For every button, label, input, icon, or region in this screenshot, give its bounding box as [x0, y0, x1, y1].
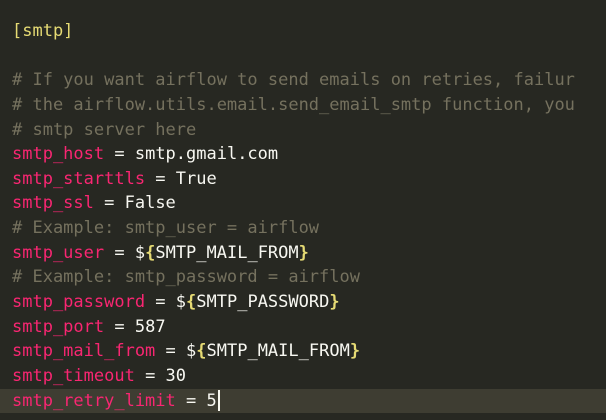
assign-operator: = [145, 168, 176, 189]
code-line-9[interactable]: # Example: smtp_user = airflow [0, 216, 606, 241]
assign-operator: = [134, 365, 166, 386]
code-line-4[interactable]: # the airflow.utils.email.send_email_smt… [0, 93, 606, 118]
config-key: smtp_user [12, 242, 105, 263]
assign-operator: = [104, 316, 135, 337]
config-key: smtp_host [12, 144, 105, 165]
assign-operator: = [155, 341, 187, 362]
dollar-sign: $ [175, 292, 187, 313]
config-key: smtp_retry_limit [12, 390, 176, 411]
code-line-5[interactable]: # smtp server here [0, 118, 606, 143]
code-line-8[interactable]: smtp_ssl = False [0, 191, 606, 216]
text-cursor [217, 390, 220, 412]
config-value: smtp.gmail.com [134, 144, 279, 165]
close-brace: } [349, 341, 361, 362]
config-value: True [175, 168, 217, 189]
env-variable: SMTP_PASSWORD [196, 292, 330, 313]
comment-text: # Example: smtp_password = airflow [12, 267, 360, 288]
config-key: smtp_starttls [12, 168, 146, 189]
code-line-12[interactable]: smtp_password = ${SMTP_PASSWORD} [0, 290, 606, 315]
code-line-13[interactable]: smtp_port = 587 [0, 315, 606, 340]
open-brace: { [145, 242, 156, 263]
assign-operator: = [175, 390, 207, 411]
code-line-2[interactable] [0, 44, 606, 69]
config-key: smtp_port [12, 316, 105, 337]
code-line-11[interactable]: # Example: smtp_password = airflow [0, 265, 606, 290]
code-area[interactable]: [smtp] # If you want airflow to send ema… [0, 19, 606, 414]
code-line-7[interactable]: smtp_starttls = True [0, 167, 606, 192]
config-value: 30 [165, 365, 187, 386]
config-key: smtp_mail_from [12, 341, 156, 362]
comment-text: # If you want airflow to send emails on … [12, 70, 575, 91]
code-line-16-current[interactable]: smtp_retry_limit = 5 [0, 388, 606, 414]
code-line-10[interactable]: smtp_user = ${SMTP_MAIL_FROM} [0, 241, 606, 266]
assign-operator: = [104, 242, 135, 263]
assign-operator: = [93, 193, 125, 214]
assign-operator: = [104, 144, 135, 165]
code-editor[interactable]: [smtp] # If you want airflow to send ema… [0, 0, 606, 420]
config-key: smtp_password [12, 292, 146, 313]
env-variable: SMTP_MAIL_FROM [155, 242, 299, 263]
config-key: smtp_ssl [12, 193, 94, 214]
code-line-1[interactable]: [smtp] [0, 19, 606, 44]
code-line-14[interactable]: smtp_mail_from = ${SMTP_MAIL_FROM} [0, 339, 606, 364]
close-brace: } [329, 292, 340, 313]
code-line-3[interactable]: # If you want airflow to send emails on … [0, 68, 606, 93]
comment-text: # smtp server here [12, 119, 197, 140]
comment-text: # the airflow.utils.email.send_email_smt… [12, 94, 575, 115]
comment-text: # Example: smtp_user = airflow [12, 218, 320, 239]
assign-operator: = [145, 292, 176, 313]
config-key: smtp_timeout [12, 365, 135, 386]
dollar-sign: $ [134, 242, 146, 263]
close-brace: } [298, 242, 309, 263]
section-header: [smtp] [12, 21, 74, 41]
env-variable: SMTP_MAIL_FROM [206, 341, 350, 362]
code-line-15[interactable]: smtp_timeout = 30 [0, 364, 606, 389]
config-value: 587 [134, 316, 166, 337]
code-line-6[interactable]: smtp_host = smtp.gmail.com [0, 142, 606, 167]
config-value: False [124, 193, 176, 214]
dollar-sign: $ [186, 341, 197, 362]
config-value: 5 [206, 390, 217, 411]
open-brace: { [186, 292, 197, 313]
open-brace: { [196, 341, 207, 362]
